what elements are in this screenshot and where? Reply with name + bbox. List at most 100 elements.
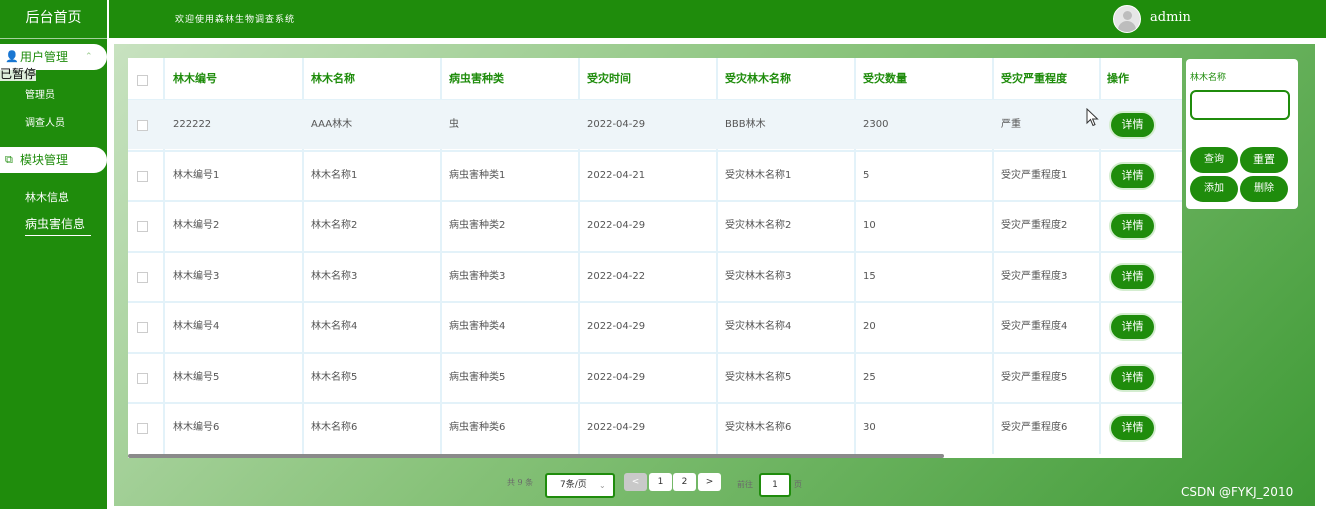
- query-button[interactable]: 查询: [1190, 147, 1238, 173]
- menu-group-module-management[interactable]: ⧉ 模块管理: [0, 147, 107, 173]
- page-button-2[interactable]: 2: [673, 473, 696, 491]
- table-cell: 15: [863, 271, 876, 282]
- table-cell: 受灾林木名称2: [725, 220, 792, 231]
- detail-button[interactable]: 详情: [1111, 214, 1154, 238]
- table-cell: 5: [863, 170, 870, 181]
- table-cell: 20: [863, 321, 876, 332]
- column-header: 受灾时间: [587, 72, 631, 85]
- detail-button[interactable]: 详情: [1111, 265, 1154, 289]
- table-cell: 受灾林木名称1: [725, 170, 792, 181]
- table-cell: 病虫害种类6: [449, 422, 506, 433]
- table-cell: 2022-04-29: [587, 220, 646, 231]
- mouse-cursor-icon: [1086, 108, 1099, 127]
- table-cell: 林木编号4: [173, 321, 220, 332]
- table-cell: 30: [863, 422, 876, 433]
- table-cell: 林木编号5: [173, 372, 220, 383]
- add-button[interactable]: 添加: [1190, 176, 1238, 202]
- detail-button[interactable]: 详情: [1111, 315, 1154, 339]
- total-count: 共 9 条: [507, 478, 534, 487]
- table-cell: 病虫害种类2: [449, 220, 506, 231]
- sidebar-item-admin[interactable]: 管理员: [25, 86, 55, 101]
- table-cell: BBB林木: [725, 119, 766, 130]
- table-cell: 2022-04-21: [587, 170, 646, 181]
- row-checkbox[interactable]: [137, 322, 148, 333]
- table-cell: 受灾严重程度1: [1001, 170, 1068, 181]
- sidebar-item-tree-info[interactable]: 林木信息: [25, 189, 69, 205]
- detail-button[interactable]: 详情: [1111, 366, 1154, 390]
- table-cell: 25: [863, 372, 876, 383]
- table-cell: 2022-04-22: [587, 271, 646, 282]
- column-header: 病虫害种类: [449, 72, 504, 85]
- table-cell: 受灾严重程度3: [1001, 271, 1068, 282]
- username[interactable]: admin: [1150, 10, 1191, 25]
- table-cell: 受灾林木名称4: [725, 321, 792, 332]
- goto-prefix: 前往: [737, 480, 753, 489]
- table-cell: 林木名称6: [311, 422, 358, 433]
- table-cell: 受灾林木名称6: [725, 422, 792, 433]
- search-input[interactable]: [1190, 90, 1290, 120]
- active-item-underline: [25, 235, 91, 236]
- sidebar-item-pest-info[interactable]: 病虫害信息: [25, 215, 85, 232]
- row-checkbox[interactable]: [137, 221, 148, 232]
- table-cell: 2022-04-29: [587, 321, 646, 332]
- copy-icon: ⧉: [5, 153, 13, 166]
- table-cell: 林木名称2: [311, 220, 358, 231]
- prev-page-button[interactable]: <: [624, 473, 647, 491]
- table-cell: 林木名称4: [311, 321, 358, 332]
- reset-button[interactable]: 重置: [1240, 147, 1288, 173]
- goto-suffix: 页: [794, 480, 802, 489]
- column-header: 受灾严重程度: [1001, 72, 1067, 85]
- avatar[interactable]: [1113, 5, 1141, 33]
- table-cell: 受灾严重程度2: [1001, 220, 1068, 231]
- detail-button[interactable]: 详情: [1111, 416, 1154, 440]
- table-cell: 受灾严重程度4: [1001, 321, 1068, 332]
- table-cell: 病虫害种类4: [449, 321, 506, 332]
- horizontal-scrollbar[interactable]: [128, 454, 944, 458]
- table-cell: 受灾林木名称5: [725, 372, 792, 383]
- column-header: 操作: [1107, 72, 1129, 85]
- table-cell: 林木编号3: [173, 271, 220, 282]
- row-checkbox[interactable]: [137, 272, 148, 283]
- table-cell: 受灾严重程度6: [1001, 422, 1068, 433]
- page-size-value: 7条/页: [560, 480, 587, 490]
- page-size-select[interactable]: 7条/页 ⌄: [545, 473, 615, 498]
- table-cell: 病虫害种类1: [449, 170, 506, 181]
- chevron-down-icon: ⌄: [599, 481, 606, 490]
- table-cell: 林木名称3: [311, 271, 358, 282]
- sidebar-item-surveyor[interactable]: 调查人员: [25, 114, 65, 129]
- column-header: 林木编号: [173, 72, 217, 85]
- sidebar-brand[interactable]: 后台首页: [0, 0, 107, 39]
- select-all-checkbox[interactable]: [137, 75, 148, 86]
- table-cell: 2022-04-29: [587, 372, 646, 383]
- chevron-up-icon: ⌃: [85, 52, 93, 62]
- search-label: 林木名称: [1190, 73, 1227, 83]
- row-checkbox[interactable]: [137, 373, 148, 384]
- table-cell: AAA林木: [311, 119, 353, 130]
- watermark: CSDN @FYKJ_2010: [1181, 485, 1294, 499]
- table-cell: 病虫害种类5: [449, 372, 506, 383]
- row-checkbox[interactable]: [137, 171, 148, 182]
- goto-page-input[interactable]: 1: [759, 473, 791, 497]
- table-cell: 林木编号2: [173, 220, 220, 231]
- table-cell: 林木编号6: [173, 422, 220, 433]
- table-cell: 2300: [863, 119, 889, 130]
- table-cell: 10: [863, 220, 876, 231]
- delete-button[interactable]: 删除: [1240, 176, 1288, 202]
- table-cell: 受灾林木名称3: [725, 271, 792, 282]
- welcome-text: 欢迎使用森林生物调查系统: [175, 15, 296, 25]
- table-cell: 2022-04-29: [587, 422, 646, 433]
- menu-group-label: 模块管理: [20, 153, 69, 167]
- column-header: 受灾数量: [863, 72, 907, 85]
- page-button-1[interactable]: 1: [649, 473, 672, 491]
- row-checkbox[interactable]: [137, 120, 148, 131]
- next-page-button[interactable]: >: [698, 473, 721, 491]
- detail-button[interactable]: 详情: [1111, 164, 1154, 188]
- table-cell: 林木编号1: [173, 170, 220, 181]
- row-checkbox[interactable]: [137, 423, 148, 434]
- column-header: 林木名称: [311, 72, 355, 85]
- table-cell: 2022-04-29: [587, 119, 646, 130]
- table-cell: 林木名称1: [311, 170, 358, 181]
- detail-button[interactable]: 详情: [1111, 113, 1154, 137]
- table-cell: 严重: [1001, 119, 1021, 130]
- table-cell: 受灾严重程度5: [1001, 372, 1068, 383]
